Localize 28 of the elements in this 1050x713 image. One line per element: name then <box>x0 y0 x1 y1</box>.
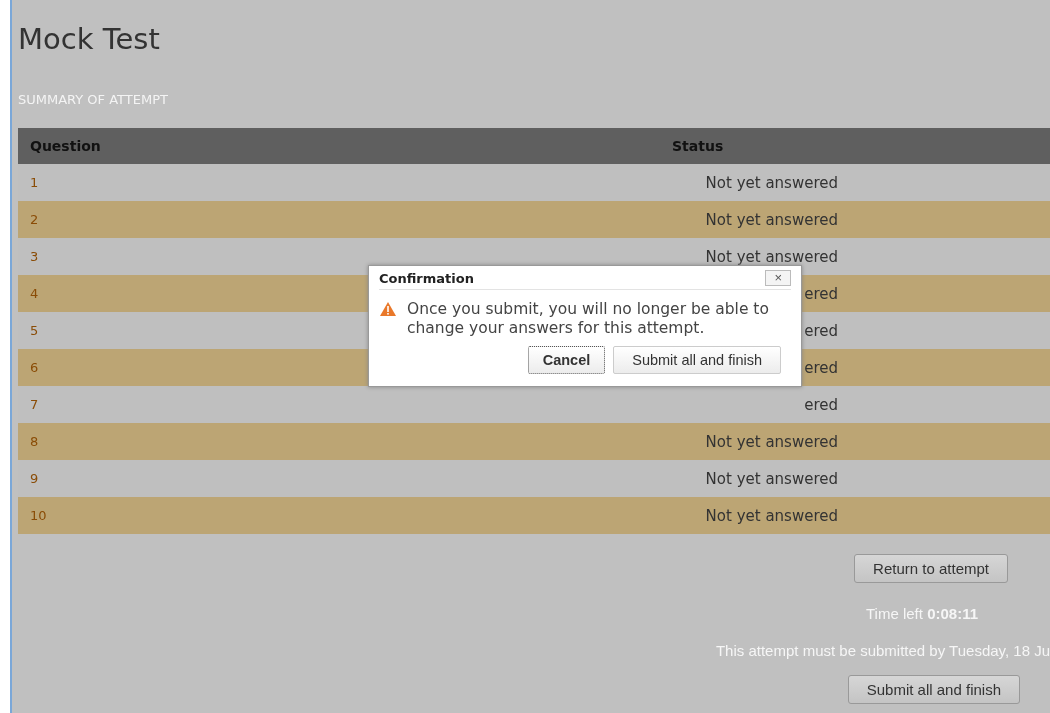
column-header: Question <box>29 138 102 154</box>
dialog-message: Once you submit, you will no longer be able to change your answers for this attempt. <box>407 300 770 338</box>
status-cell: Not yet answered <box>705 247 838 266</box>
question-link[interactable]: 2 <box>18 212 672 227</box>
page-title: Mock Test <box>18 21 160 58</box>
status-cell: ered <box>804 321 838 340</box>
dialog-button[interactable]: Submit all and finish <box>613 346 781 374</box>
question-link[interactable]: 8 <box>18 434 672 449</box>
column-header: Status <box>672 138 725 154</box>
submit-button[interactable]: Submit all and finish <box>847 675 1020 704</box>
dialog-button[interactable]: Cancel <box>527 346 606 374</box>
status-cell: Not yet answered <box>705 469 838 488</box>
status-cell: ered <box>804 358 838 377</box>
status-cell: Not yet answered <box>705 210 838 229</box>
question-link[interactable]: 9 <box>18 471 672 486</box>
status-cell: Not yet answered <box>705 506 838 525</box>
warning-icon <box>379 301 397 317</box>
question-link[interactable]: 10 <box>18 508 672 523</box>
return-button[interactable]: Return to attempt <box>854 554 1008 583</box>
status-cell: Not yet answered <box>705 432 838 451</box>
dialog-title: Confirmation <box>379 270 474 286</box>
status-cell: Not yet answered <box>705 173 838 192</box>
question-link[interactable]: 1 <box>18 175 672 190</box>
close-button[interactable]: × <box>765 270 791 286</box>
status-cell: ered <box>804 395 838 414</box>
status-cell: ered <box>804 284 838 303</box>
question-link[interactable]: 7 <box>18 397 672 412</box>
question-link[interactable]: 3 <box>18 249 672 264</box>
